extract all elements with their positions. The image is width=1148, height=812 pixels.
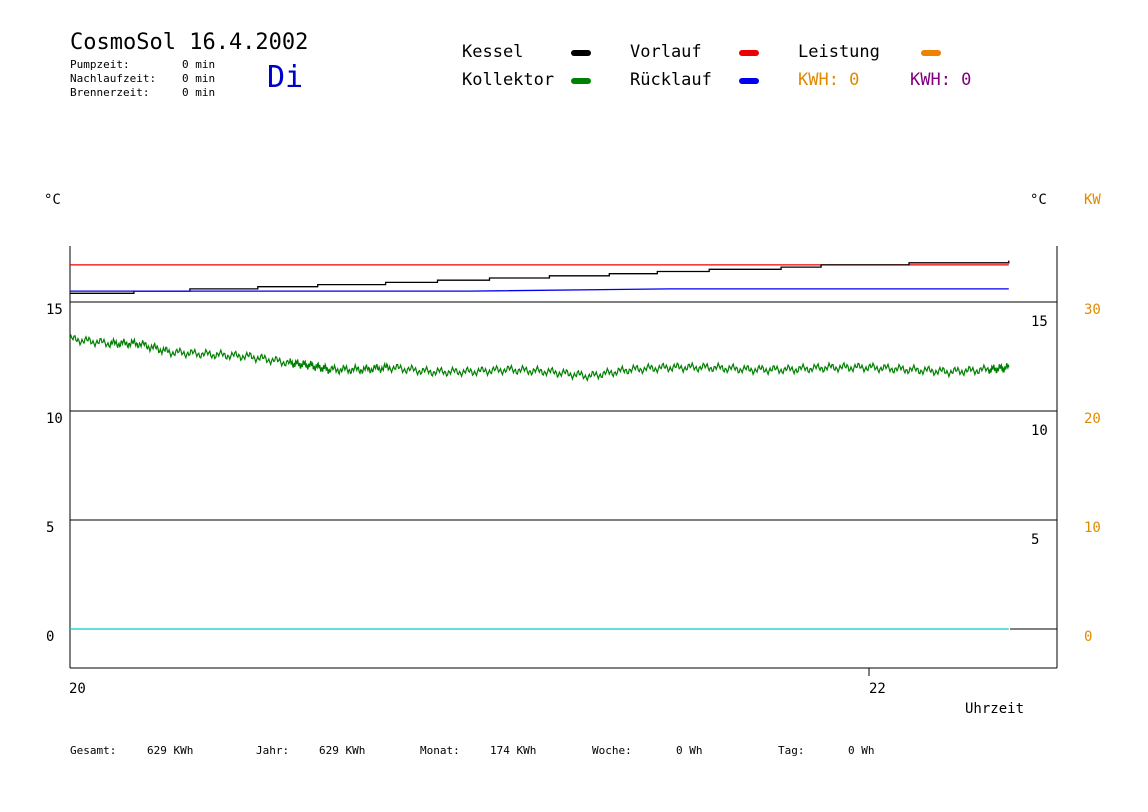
kw-tick-20: 20 bbox=[1084, 411, 1101, 427]
footer-label-monat: Monat: bbox=[420, 744, 460, 757]
right-axis-unit: °C bbox=[1030, 192, 1047, 208]
footer-label-gesamt: Gesamt: bbox=[70, 744, 117, 757]
x-tick-22: 22 bbox=[869, 681, 886, 697]
stat-label-nachlaufzeit: Nachlaufzeit: bbox=[70, 72, 157, 85]
y-tick-right-5: 5 bbox=[1031, 532, 1040, 548]
legend-swatch-kollektor bbox=[571, 78, 591, 84]
y-tick-left-10: 10 bbox=[46, 411, 63, 427]
footer-label-woche: Woche: bbox=[592, 744, 632, 757]
legend-swatch-kessel bbox=[571, 50, 591, 56]
stat-label-brennerzeit: Brennerzeit: bbox=[70, 86, 150, 99]
kw-tick-10: 10 bbox=[1084, 520, 1101, 536]
x-tick-20: 20 bbox=[69, 681, 86, 697]
kwh-readout-1: KWH: 0 bbox=[798, 70, 860, 90]
legend-swatch-leistung bbox=[921, 50, 941, 56]
page-title: CosmoSol 16.4.2002 bbox=[70, 30, 309, 55]
kw-axis-unit: KW bbox=[1084, 192, 1101, 208]
legend-swatch-vorlauf bbox=[739, 50, 759, 56]
footer-value-monat: 174 KWh bbox=[490, 744, 537, 757]
stat-label-pumpzeit: Pumpzeit: bbox=[70, 58, 130, 71]
stat-value-nachlaufzeit: 0 min bbox=[182, 72, 216, 85]
y-tick-left-0: 0 bbox=[46, 629, 55, 645]
left-axis-unit: °C bbox=[44, 192, 61, 208]
x-axis-label: Uhrzeit bbox=[965, 701, 1025, 717]
legend-label-leistung: Leistung bbox=[798, 42, 880, 62]
footer-value-tag: 0 Wh bbox=[848, 744, 875, 757]
footer-label-tag: Tag: bbox=[778, 744, 805, 757]
y-tick-left-5: 5 bbox=[46, 520, 55, 536]
footer-value-gesamt: 629 KWh bbox=[147, 744, 194, 757]
y-tick-left-15: 15 bbox=[46, 302, 63, 318]
weekday-label: Di bbox=[267, 60, 304, 95]
kw-tick-30: 30 bbox=[1084, 302, 1101, 318]
footer-value-woche: 0 Wh bbox=[676, 744, 703, 757]
stat-value-brennerzeit: 0 min bbox=[182, 86, 216, 99]
footer-label-jahr: Jahr: bbox=[256, 744, 290, 757]
legend-label-ruecklauf: Rücklauf bbox=[630, 70, 712, 90]
legend-label-kollektor: Kollektor bbox=[462, 70, 555, 90]
stat-value-pumpzeit: 0 min bbox=[182, 58, 216, 71]
legend-label-kessel: Kessel bbox=[462, 42, 524, 62]
kwh-readout-2: KWH: 0 bbox=[910, 70, 972, 90]
legend-swatch-ruecklauf bbox=[739, 78, 759, 84]
kw-tick-0: 0 bbox=[1084, 629, 1093, 645]
y-tick-right-15: 15 bbox=[1031, 314, 1048, 330]
footer-value-jahr: 629 KWh bbox=[319, 744, 366, 757]
y-tick-right-10: 10 bbox=[1031, 423, 1048, 439]
legend-label-vorlauf: Vorlauf bbox=[630, 42, 702, 62]
chart-canvas bbox=[69, 246, 1058, 676]
series-line-kollektor bbox=[69, 333, 1010, 382]
